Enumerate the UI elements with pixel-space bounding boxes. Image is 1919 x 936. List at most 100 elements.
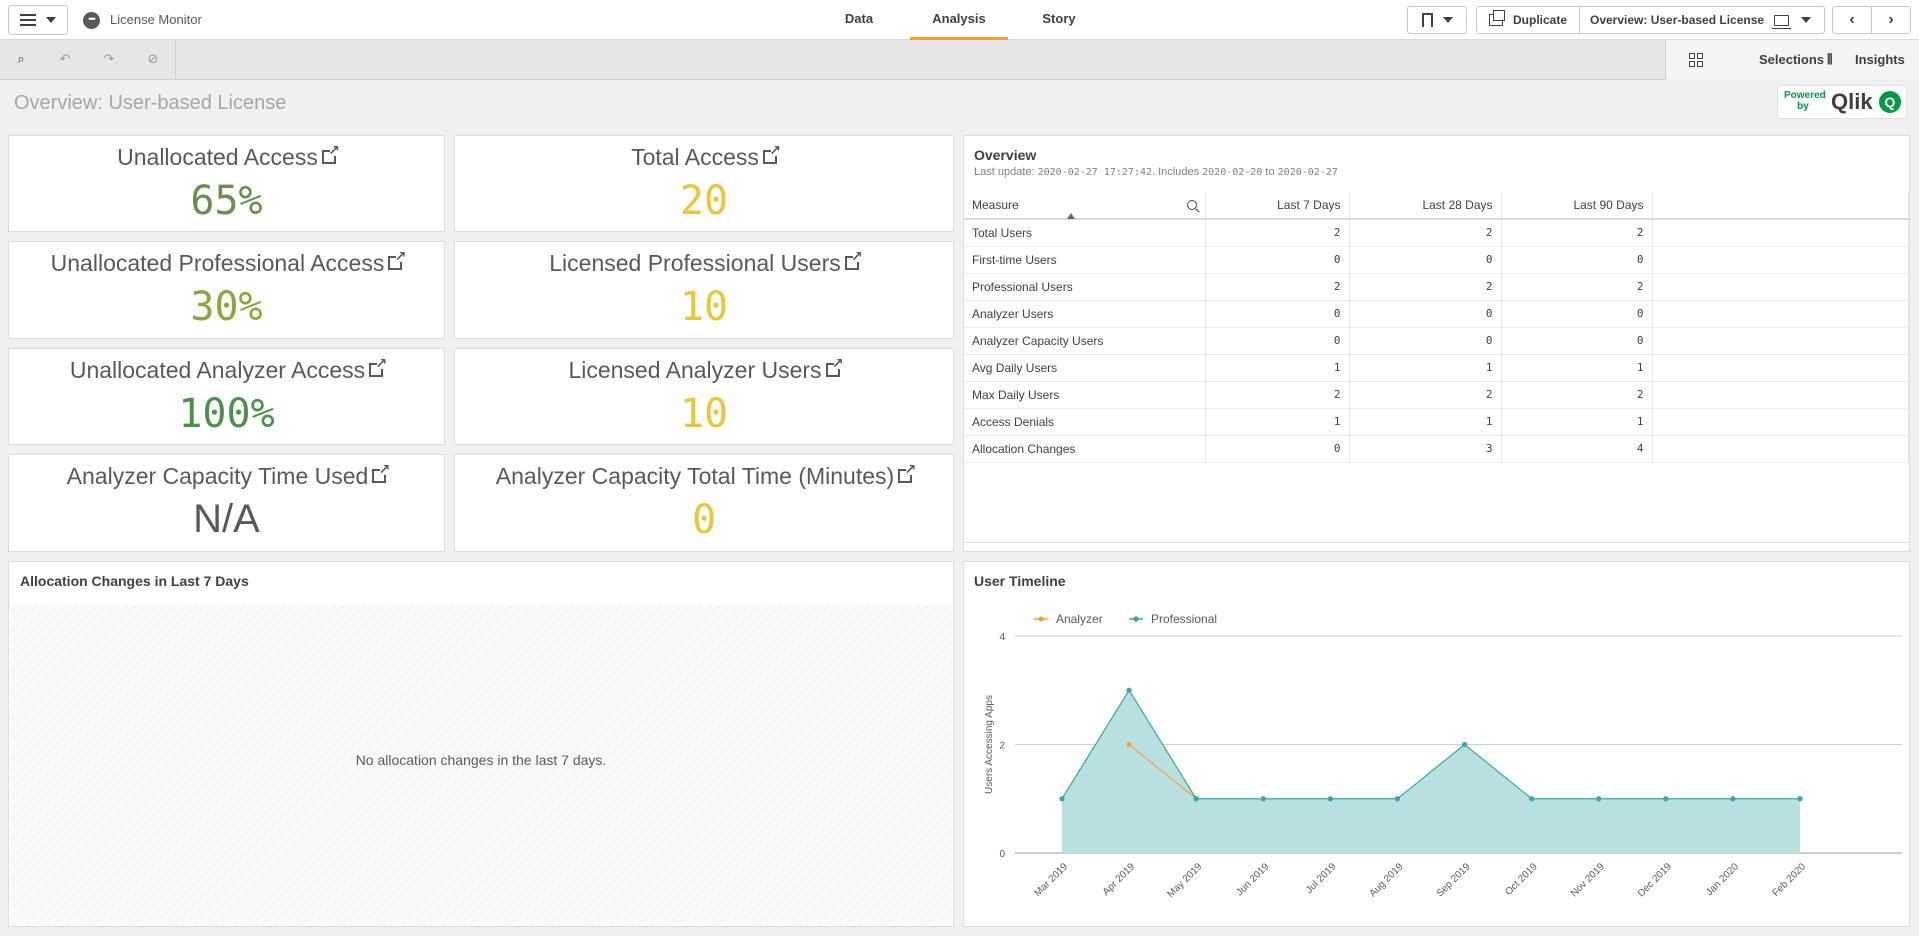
kpi-unallocated-access[interactable]: Unallocated Access 65% [8,135,445,232]
duplicate-button[interactable]: Duplicate [1476,6,1580,34]
last-update-value: 2020-02-27 17:27:42 [1037,167,1152,178]
data-point [1663,796,1669,802]
data-point [1193,796,1199,802]
x-tick-label: Dec 2019 [1636,861,1674,899]
table-row[interactable]: Access Denials 1 1 1 [964,408,1909,436]
table-cell: 2 [1205,381,1350,409]
x-tick-label: Apr 2019 [1101,861,1138,898]
table-cell: 1 [1501,354,1653,382]
kpi-title: Analyzer Capacity Total Time (Minutes) [495,463,895,489]
user-timeline-chart[interactable]: 0 2 4 Users Accessing Apps Mar 2019 Apr 2019 M… [964,562,1909,926]
table-cell: 2 [1349,273,1502,301]
kpi-licensed-analyzer-users[interactable]: Licensed Analyzer Users 10 [454,348,954,445]
external-link-icon[interactable] [388,249,406,270]
table-row[interactable]: Total Users 2 2 2 [964,219,1909,247]
sort-ascending-icon[interactable] [1067,213,1075,219]
external-link-icon[interactable] [372,462,390,483]
external-link-icon[interactable] [321,143,340,164]
clear-selections-icon[interactable]: ⊘ [143,49,163,69]
tab-data[interactable]: Data [830,0,888,40]
table-row[interactable]: Analyzer Capacity Users 0 0 0 [964,327,1909,355]
y-tick-label: 2 [999,741,1005,752]
table-cell: 2 [1349,219,1502,247]
table-cell: 0 [1501,327,1653,355]
chevron-right-icon: › [1888,11,1894,28]
column-header-empty [1652,192,1909,220]
sheet-title: Overview: User-based License [14,92,287,114]
smart-search-icon[interactable]: ⌕ [11,49,31,69]
legend-label: Analyzer [1056,612,1103,626]
table-cell: 0 [1349,246,1502,274]
hamburger-icon [20,14,36,26]
x-tick-label: Jun 2019 [1235,861,1272,898]
table-row[interactable]: Max Daily Users 2 2 2 [964,381,1909,409]
step-back-icon[interactable]: ↶ [55,49,75,69]
sheet-selector[interactable]: Overview: User-based License [1579,6,1825,34]
x-tick-label: Oct 2019 [1503,861,1540,898]
selections-button[interactable]: Selections [1759,52,1824,67]
table-cell: 1 [1349,408,1502,436]
kpi-licensed-professional-users[interactable]: Licensed Professional Users 10 [454,241,954,339]
search-icon[interactable] [1186,200,1197,210]
table-cell [1652,219,1909,247]
app-icon: ••• [83,12,100,29]
main-menu-button[interactable] [8,5,68,35]
step-forward-icon[interactable]: ↷ [99,49,119,69]
column-header-measure[interactable]: Measure [964,192,1206,220]
external-link-icon[interactable] [762,143,781,164]
table-cell [1652,381,1909,409]
kpi-unallocated-professional-access[interactable]: Unallocated Professional Access 30% [8,241,445,339]
column-header-last-28-days[interactable]: Last 28 Days [1349,192,1502,220]
table-row[interactable]: Avg Daily Users 1 1 1 [964,354,1909,382]
user-timeline-panel: User Timeline 0 2 4 Users Accessing Apps Mar… [963,561,1910,927]
data-point [1797,796,1803,802]
tab-story[interactable]: Story [1030,0,1088,40]
range-from: 2020-02-20 [1202,167,1263,178]
kpi-unallocated-analyzer-access[interactable]: Unallocated Analyzer Access 100% [8,348,445,445]
duplicate-label: Duplicate [1513,13,1568,27]
kpi-analyzer-capacity-time-used[interactable]: Analyzer Capacity Time Used N/A [8,454,445,552]
table-row[interactable]: Analyzer Users 0 0 0 [964,300,1909,328]
chevron-down-icon [1442,17,1453,23]
subtitle-to: to [1262,166,1278,178]
table-cell: 2 [1349,381,1502,409]
table-cell: 0 [1205,246,1350,274]
data-point [1327,796,1333,802]
table-cell: 2 [1501,273,1653,301]
y-tick-label: 4 [999,632,1005,643]
table-row[interactable]: Allocation Changes 0 3 4 [964,435,1909,463]
external-link-icon[interactable] [825,356,844,377]
kpi-analyzer-capacity-total-time[interactable]: Analyzer Capacity Total Time (Minutes) 0 [454,454,954,552]
app-title: License Monitor [110,12,202,27]
external-link-icon[interactable] [369,356,387,377]
tab-analysis[interactable]: Analysis [910,0,1008,40]
previous-sheet-button[interactable]: ‹ [1832,6,1872,34]
table-cell: Analyzer Capacity Users [964,327,1206,355]
column-header-label: Measure [972,198,1019,212]
subtitle-prefix: Last update: [974,166,1038,178]
x-tick-label: May 2019 [1165,861,1204,900]
data-point [1529,796,1535,802]
kpi-total-access[interactable]: Total Access 20 [454,135,954,232]
table-cell: 1 [1205,354,1350,382]
table-cell: 1 [1205,408,1350,436]
table-cell: Professional Users [964,273,1206,301]
next-sheet-button[interactable]: › [1871,6,1911,34]
column-header-last-90-days[interactable]: Last 90 Days [1501,192,1653,220]
table-row[interactable]: First-time Users 0 0 0 [964,246,1909,274]
chevron-left-icon: ‹ [1849,11,1855,28]
data-point [1596,796,1602,802]
table-cell [1652,273,1909,301]
external-link-icon[interactable] [898,462,916,483]
table-cell [1652,408,1909,436]
table-cell: 2 [1501,219,1653,247]
insights-button[interactable]: Insights [1855,52,1905,67]
x-tick-label: Feb 2020 [1770,861,1808,899]
external-link-icon[interactable] [844,249,863,270]
monitor-icon [1772,14,1792,29]
column-header-last-7-days[interactable]: Last 7 Days [1205,192,1350,220]
table-cell: 0 [1205,327,1350,355]
kpi-title: Unallocated Analyzer Access [69,357,366,383]
table-row[interactable]: Professional Users 2 2 2 [964,273,1909,301]
bookmarks-button[interactable] [1407,6,1467,34]
